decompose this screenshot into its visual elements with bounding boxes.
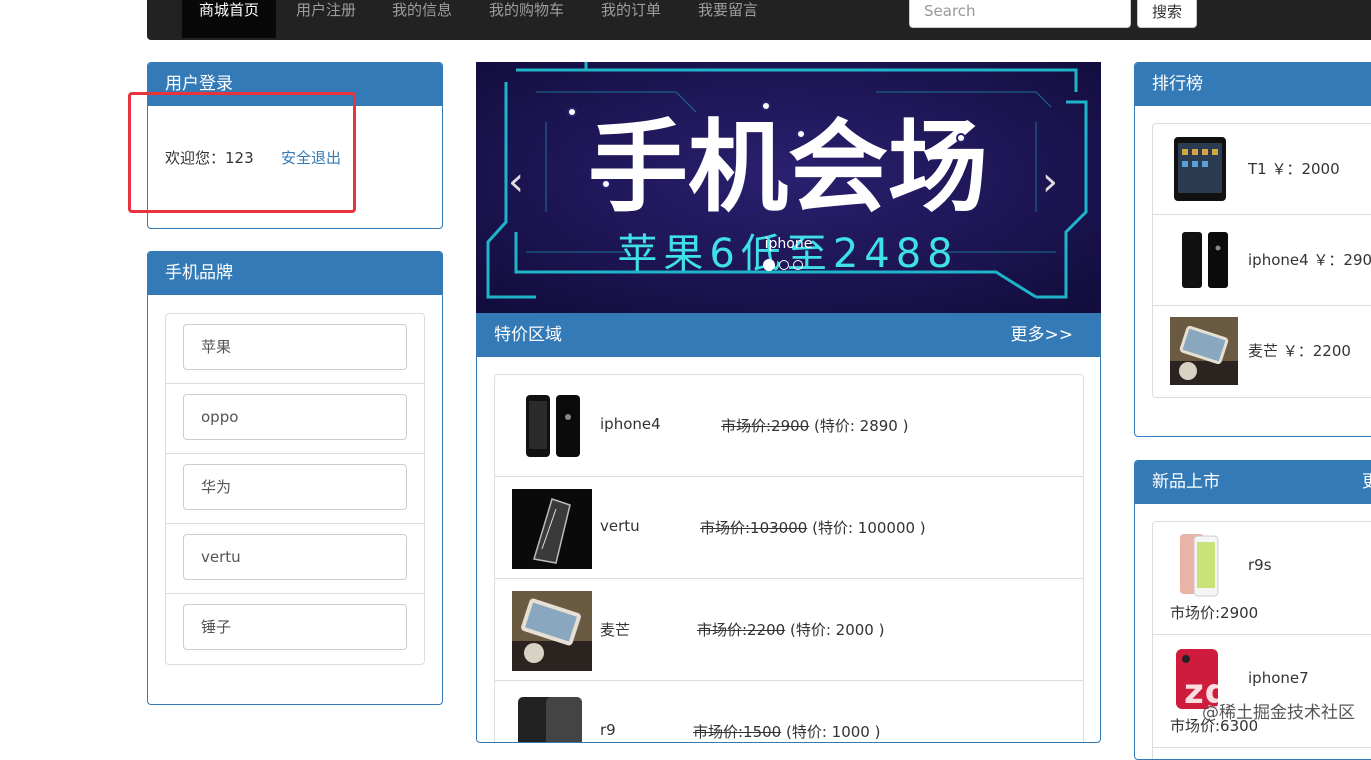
ranking-item-text[interactable]: iphone4 ￥：2900 <box>1248 249 1371 270</box>
product-price: 市场价:2200 (特价: 2000 ) <box>697 619 884 640</box>
nav-my-info[interactable]: 我的信息 <box>375 0 469 38</box>
brand-list: 苹果 oppo 华为 vertu 锤子 <box>165 313 425 665</box>
nav-register[interactable]: 用户注册 <box>279 0 373 38</box>
nav-home[interactable]: 商城首页 <box>182 0 277 38</box>
watermark-text: @稀土掘金技术社区 <box>1202 703 1355 723</box>
search-input[interactable] <box>910 0 1130 27</box>
product-image-r9[interactable] <box>512 693 592 743</box>
list-item: vertu <box>166 524 424 594</box>
nav-cart[interactable]: 我的购物车 <box>472 0 581 38</box>
banner-title: 手机会场 <box>588 109 988 226</box>
carousel-next-button[interactable]: › <box>1042 162 1058 202</box>
nav-orders[interactable]: 我的订单 <box>584 0 678 38</box>
nav-message[interactable]: 我要留言 <box>681 0 775 38</box>
list-item[interactable]: iphone4 ￥：2900 <box>1153 215 1371 306</box>
product-image-iphone4[interactable] <box>1170 226 1238 294</box>
ranking-item-text[interactable]: 麦芒 ￥：2200 <box>1248 340 1351 361</box>
special-list: iphone4 市场价:2900 (特价: 2890 ) vertu 市场价:1… <box>494 374 1084 743</box>
new-title-text: 新品上市 <box>1152 472 1220 492</box>
list-item: 锤子 <box>166 594 424 664</box>
market-price: 市场价:2900 <box>721 417 810 435</box>
product-name[interactable]: vertu <box>600 517 640 535</box>
banner-carousel[interactable]: 手机会场 苹果6低至2488 ‹ › iphone <box>476 62 1101 314</box>
brand-button-apple[interactable]: 苹果 <box>183 324 407 370</box>
table-row[interactable]: vertu 市场价:103000 (特价: 100000 ) <box>495 477 1083 579</box>
list-item[interactable]: 麦芒 ￥：2200 <box>1153 306 1371 397</box>
brand-panel-title: 手机品牌 <box>148 252 442 295</box>
carousel-indicators <box>763 259 803 271</box>
carousel-prev-button[interactable]: ‹ <box>508 162 524 202</box>
special-panel-title: 特价区域 更多>> <box>477 314 1100 357</box>
product-name[interactable]: r9s <box>1248 556 1272 574</box>
carousel-indicator-2[interactable] <box>779 260 789 270</box>
product-price: 市场价:103000 (特价: 100000 ) <box>700 517 926 538</box>
brand-button-huawei[interactable]: 华为 <box>183 464 407 510</box>
carousel-caption: iphone <box>764 236 813 252</box>
sale-price: (特价: 2890 ) <box>809 417 909 435</box>
chevron-right-icon: › <box>1042 159 1058 205</box>
brand-button-vertu[interactable]: vertu <box>183 534 407 580</box>
list-item[interactable]: T1 ￥：2000 <box>1153 124 1371 215</box>
product-image-iphone4[interactable] <box>512 387 592 467</box>
carousel-indicator-3[interactable] <box>793 260 803 270</box>
ranking-item-text[interactable]: T1 ￥：2000 <box>1248 158 1340 179</box>
sale-price: (特价: 2000 ) <box>785 621 885 639</box>
product-price: 市场价:2900 (特价: 2890 ) <box>721 415 908 436</box>
list-item[interactable]: r9s 市场价:2900 <box>1153 522 1371 635</box>
search-field[interactable] <box>909 0 1131 28</box>
product-price: 市场价:1500 (特价: 1000 ) <box>693 721 880 742</box>
special-title-text: 特价区域 <box>494 325 562 345</box>
list-item: 华为 <box>166 454 424 524</box>
brand-button-smartisan[interactable]: 锤子 <box>183 604 407 650</box>
brand-button-oppo[interactable]: oppo <box>183 394 407 440</box>
product-name[interactable]: iphone4 <box>600 415 661 433</box>
search-button[interactable]: 搜索 <box>1137 0 1197 28</box>
product-image-vertu[interactable] <box>512 489 592 569</box>
ranking-list: T1 ￥：2000 iphone4 ￥：2900 麦芒 ￥：2200 <box>1152 123 1371 398</box>
top-navbar: 商城首页 用户注册 我的信息 我的购物车 我的订单 我要留言 搜索 <box>147 0 1371 40</box>
banner-image: 手机会场 苹果6低至2488 <box>476 62 1101 314</box>
market-price: 市场价:2200 <box>697 621 786 639</box>
carousel-indicator-1[interactable] <box>763 259 775 271</box>
list-item: oppo <box>166 384 424 454</box>
product-name[interactable]: r9 <box>600 721 616 739</box>
list-item: 苹果 <box>166 314 424 384</box>
product-image-r9s[interactable] <box>1170 532 1226 598</box>
product-image-maimang[interactable] <box>1170 317 1238 385</box>
product-image-maimang[interactable] <box>512 591 592 671</box>
special-more-link[interactable]: 更多>> <box>1011 314 1074 357</box>
product-name[interactable]: 麦芒 <box>600 619 630 640</box>
new-more-link[interactable]: 更多 <box>1362 461 1371 504</box>
market-price: 市场价:103000 <box>700 519 808 537</box>
watermark: zgz @稀土掘金技术社区 <box>1140 672 1371 726</box>
table-row[interactable]: 麦芒 市场价:2200 (特价: 2000 ) <box>495 579 1083 681</box>
special-price-panel: 特价区域 更多>> iphone4 市场价:2900 (特价: 2890 ) v… <box>476 313 1101 743</box>
table-row[interactable]: r9 市场价:1500 (特价: 1000 ) <box>495 681 1083 743</box>
highlight-annotation-box <box>128 92 356 213</box>
new-panel-title: 新品上市 更多 <box>1135 461 1371 504</box>
product-price: 市场价:2900 <box>1170 604 1259 622</box>
ranking-panel: 排行榜 T1 ￥：2000 iphone4 ￥：2900 麦芒 ￥：2200 <box>1134 62 1371 437</box>
product-image-t1[interactable] <box>1170 135 1238 203</box>
ranking-panel-title: 排行榜 <box>1135 63 1371 106</box>
sale-price: (特价: 100000 ) <box>807 519 926 537</box>
table-row[interactable]: iphone4 市场价:2900 (特价: 2890 ) <box>495 375 1083 477</box>
brand-panel: 手机品牌 苹果 oppo 华为 vertu 锤子 <box>147 251 443 705</box>
chevron-left-icon: ‹ <box>508 159 524 205</box>
